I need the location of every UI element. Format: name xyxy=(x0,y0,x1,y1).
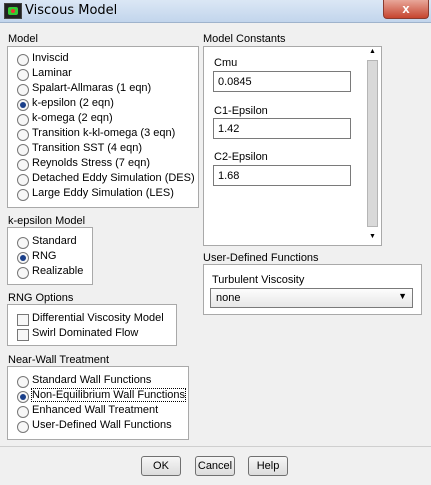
radio-icon xyxy=(17,144,29,156)
radio-icon xyxy=(17,69,29,81)
window-title: Viscous Model xyxy=(25,3,118,18)
radio-selected-icon xyxy=(17,99,29,111)
cmu-input[interactable] xyxy=(213,71,351,92)
c2-epsilon-input[interactable] xyxy=(213,165,351,186)
close-button[interactable]: x xyxy=(383,0,429,19)
scroll-down-icon[interactable]: ▼ xyxy=(366,231,379,243)
radio-icon xyxy=(17,189,29,201)
ke-model-group-label: k-epsilon Model xyxy=(8,215,86,227)
turbulent-viscosity-label: Turbulent Viscosity xyxy=(212,274,305,286)
radio-icon xyxy=(17,84,29,96)
cmu-label: Cmu xyxy=(214,57,238,69)
cancel-button[interactable]: Cancel xyxy=(195,456,235,476)
button-bar-separator xyxy=(0,446,431,447)
rng-options-group-label: RNG Options xyxy=(8,292,74,304)
radio-icon xyxy=(17,54,29,66)
c1-epsilon-label: C1-Epsilon xyxy=(214,105,268,117)
udf-group-label: User-Defined Functions xyxy=(203,252,319,264)
radio-selected-icon xyxy=(17,391,29,403)
radio-icon xyxy=(17,421,29,433)
c1-epsilon-input[interactable] xyxy=(213,118,351,139)
help-button[interactable]: Help xyxy=(248,456,288,476)
c2-epsilon-label: C2-Epsilon xyxy=(214,151,268,163)
radio-selected-icon xyxy=(17,252,29,264)
radio-icon xyxy=(17,267,29,279)
radio-icon xyxy=(17,114,29,126)
radio-icon xyxy=(17,159,29,171)
radio-icon xyxy=(17,376,29,388)
ok-button[interactable]: OK xyxy=(141,456,181,476)
chevron-down-icon: ▼ xyxy=(398,291,407,301)
checkbox-icon xyxy=(17,329,29,341)
title-bar[interactable]: Viscous Model xyxy=(0,0,431,23)
radio-icon xyxy=(17,237,29,249)
scroll-thumb[interactable] xyxy=(367,60,378,227)
radio-icon xyxy=(17,129,29,141)
model-group-label: Model xyxy=(8,33,38,45)
checkbox-icon xyxy=(17,314,29,326)
rng-options-group xyxy=(7,304,177,346)
near-wall-group-label: Near-Wall Treatment xyxy=(8,354,110,366)
scroll-up-icon[interactable]: ▲ xyxy=(366,46,379,58)
app-icon xyxy=(4,3,22,19)
radio-icon xyxy=(17,174,29,186)
radio-icon xyxy=(17,406,29,418)
close-icon: x xyxy=(402,1,410,16)
constants-scrollbar[interactable]: ▲ ▼ xyxy=(366,46,379,243)
model-constants-label: Model Constants xyxy=(203,33,286,45)
turbulent-viscosity-value: none xyxy=(216,292,241,304)
turbulent-viscosity-select[interactable]: none ▼ xyxy=(210,288,413,308)
